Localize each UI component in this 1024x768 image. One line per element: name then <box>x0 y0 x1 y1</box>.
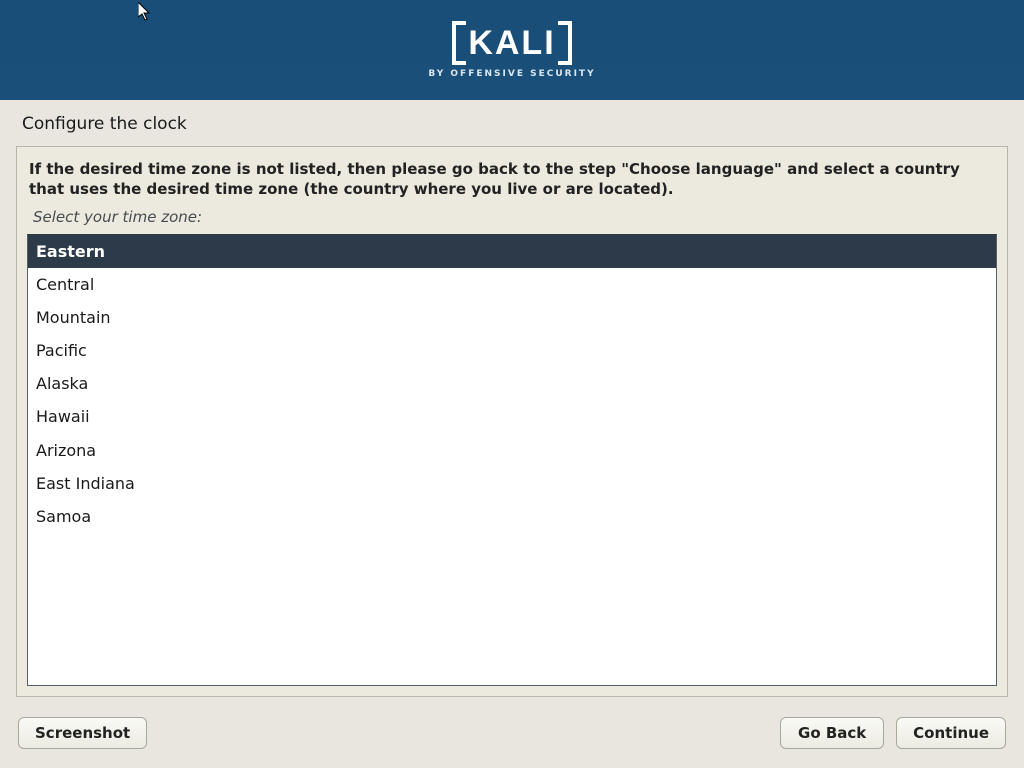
timezone-listbox[interactable]: EasternCentralMountainPacificAlaskaHawai… <box>27 234 997 686</box>
kali-logo: KALI BY OFFENSIVE SECURITY <box>428 21 595 78</box>
prompt-text: Select your time zone: <box>27 206 997 234</box>
timezone-option[interactable]: Pacific <box>28 334 996 367</box>
timezone-option[interactable]: Central <box>28 268 996 301</box>
screenshot-button[interactable]: Screenshot <box>18 717 147 749</box>
timezone-option[interactable]: Samoa <box>28 500 996 533</box>
footer: Screenshot Go Back Continue <box>0 697 1024 767</box>
timezone-option[interactable]: Alaska <box>28 367 996 400</box>
cursor-icon <box>138 2 154 22</box>
brand-tagline: BY OFFENSIVE SECURITY <box>428 69 595 79</box>
continue-button[interactable]: Continue <box>896 717 1006 749</box>
installer-banner: KALI BY OFFENSIVE SECURITY <box>0 0 1024 100</box>
content-panel: If the desired time zone is not listed, … <box>16 146 1008 697</box>
timezone-option[interactable]: Mountain <box>28 301 996 334</box>
timezone-option[interactable]: East Indiana <box>28 467 996 500</box>
go-back-button[interactable]: Go Back <box>780 717 884 749</box>
brand-name: KALI <box>462 21 561 64</box>
timezone-option[interactable]: Hawaii <box>28 400 996 433</box>
instruction-text: If the desired time zone is not listed, … <box>27 157 997 206</box>
timezone-option[interactable]: Arizona <box>28 434 996 467</box>
timezone-option[interactable]: Eastern <box>28 235 996 268</box>
page-title: Configure the clock <box>0 100 1024 142</box>
